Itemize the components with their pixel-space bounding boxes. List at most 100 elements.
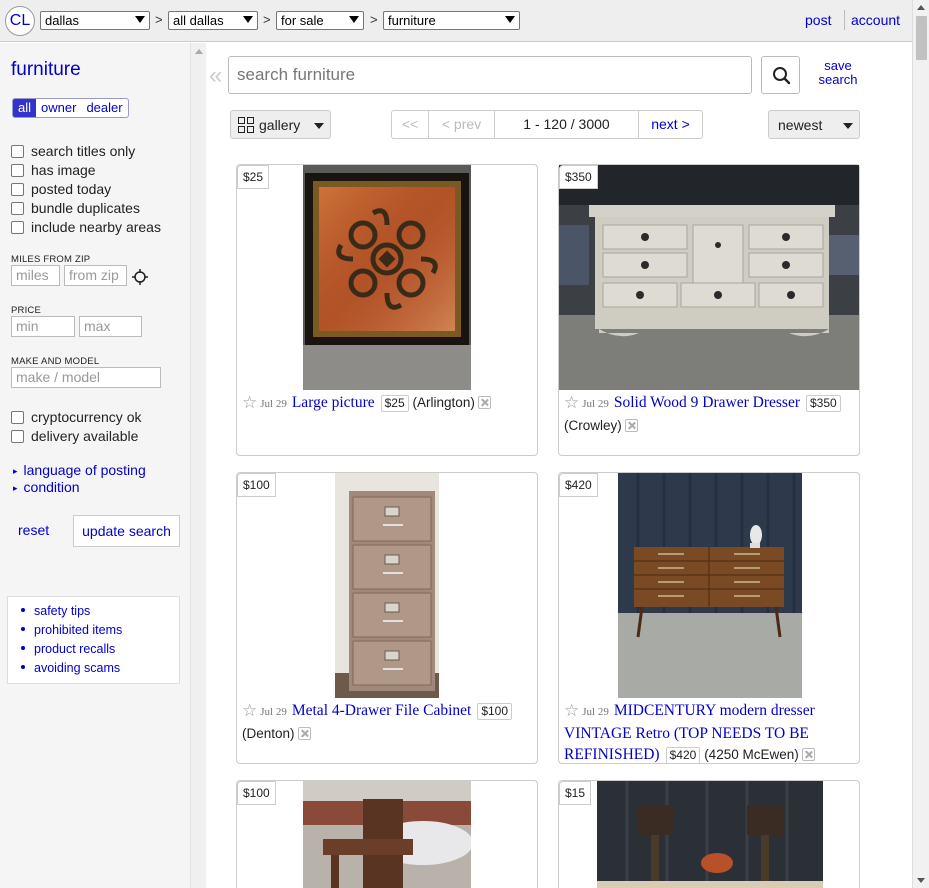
tab-dealer[interactable]: dealer xyxy=(81,99,127,117)
checkbox[interactable] xyxy=(11,201,24,215)
tab-owner[interactable]: owner xyxy=(36,99,81,117)
listing-card[interactable]: $420 ☆ Jul 29 MIDCENTURY modern dresser VI… xyxy=(558,472,860,764)
listing-image[interactable] xyxy=(303,781,471,888)
checkbox-label: has image xyxy=(31,162,96,178)
post-link[interactable]: post xyxy=(805,12,831,28)
link-label: avoiding scams xyxy=(34,661,121,675)
min-price-input[interactable]: min xyxy=(11,316,75,337)
scroll-up-icon[interactable] xyxy=(917,5,925,10)
checkbox[interactable] xyxy=(11,410,24,424)
update-search-button[interactable]: update search xyxy=(73,515,180,547)
listing-date: Jul 29 xyxy=(260,398,287,410)
checkbox[interactable] xyxy=(11,163,24,177)
posted-today-checkbox[interactable]: posted today xyxy=(11,181,111,197)
view-mode-dropdown[interactable]: gallery xyxy=(230,110,331,139)
page-scrollbar[interactable] xyxy=(912,0,929,888)
hide-listing-icon[interactable] xyxy=(477,396,491,409)
collapse-sidebar-icon[interactable]: « xyxy=(209,62,222,90)
link-label: product recalls xyxy=(34,642,116,656)
bundle-duplicates-checkbox[interactable]: bundle duplicates xyxy=(11,200,140,216)
product-recalls-link[interactable]: product recalls xyxy=(21,641,179,660)
next-page-button[interactable]: next > xyxy=(639,111,702,138)
listing-title[interactable]: Metal 4-Drawer File Cabinet xyxy=(292,702,471,719)
checkbox[interactable] xyxy=(11,182,24,196)
search-input[interactable]: search furniture xyxy=(228,56,752,94)
listing-card[interactable]: $100 ☆ Jul 29 Metal 4-Drawer File Cabinet $… xyxy=(236,472,538,764)
listing-image[interactable] xyxy=(597,781,823,888)
listing-card[interactable]: $350 ☆ Jul 29 Solid Wood 9 Drawer Dresser $… xyxy=(558,164,860,456)
account-link[interactable]: account xyxy=(851,12,900,28)
reset-link[interactable]: reset xyxy=(18,522,49,538)
listing-date: Jul 29 xyxy=(582,706,609,718)
listing-price: $100 xyxy=(477,703,513,720)
listing-image[interactable] xyxy=(303,165,471,390)
miles-input[interactable]: miles xyxy=(11,265,60,286)
pagination: << < prev 1 - 120 / 3000 next > xyxy=(391,110,703,139)
make-model-input[interactable]: make / model xyxy=(11,367,161,388)
tab-all[interactable]: all xyxy=(13,99,37,117)
wooden-chair-photo xyxy=(303,781,471,888)
locate-icon[interactable] xyxy=(132,269,148,285)
chevron-down-icon xyxy=(505,16,515,23)
delivery-available-checkbox[interactable]: delivery available xyxy=(11,428,138,444)
hide-listing-icon[interactable] xyxy=(624,419,638,432)
subarea-select[interactable]: all dallas xyxy=(168,11,258,30)
listing-card[interactable]: $15 xyxy=(558,780,860,888)
breadcrumb-separator: > xyxy=(263,12,271,27)
cryptocurrency-checkbox[interactable]: cryptocurrency ok xyxy=(11,409,141,425)
checkbox[interactable] xyxy=(11,220,24,234)
scroll-up-icon[interactable] xyxy=(195,49,203,54)
chevron-down-icon xyxy=(843,123,853,129)
zip-input[interactable]: from zip xyxy=(64,265,127,286)
prohibited-items-link[interactable]: prohibited items xyxy=(21,622,179,641)
listing-image[interactable] xyxy=(618,473,802,698)
expander-label: language of posting xyxy=(23,462,146,478)
hide-listing-icon[interactable] xyxy=(297,727,311,740)
craigslist-logo[interactable]: CL xyxy=(5,6,35,36)
favorite-star-icon[interactable]: ☆ xyxy=(242,700,257,721)
category-select[interactable]: furniture xyxy=(383,11,520,30)
save-search-link[interactable]: save search xyxy=(814,59,862,87)
favorite-star-icon[interactable]: ☆ xyxy=(564,700,579,721)
link-label: safety tips xyxy=(34,604,91,618)
max-price-input[interactable]: max xyxy=(79,316,142,337)
listing-title[interactable]: Solid Wood 9 Drawer Dresser xyxy=(614,394,800,411)
favorite-star-icon[interactable]: ☆ xyxy=(242,392,257,413)
listing-card[interactable]: $100 xyxy=(236,780,538,888)
prev-page-button[interactable]: < prev xyxy=(429,111,495,138)
subarea-select-value: all dallas xyxy=(173,13,224,28)
listing-card[interactable]: $25 ☆ Jul 29 Large picture $25 (Arlington) xyxy=(236,164,538,456)
section-select[interactable]: for sale xyxy=(276,11,364,30)
listing-info: ☆ Jul 29 Solid Wood 9 Drawer Dresser $350 (… xyxy=(564,392,854,436)
search-button[interactable] xyxy=(761,56,800,94)
hide-listing-icon[interactable] xyxy=(801,748,815,761)
language-expander[interactable]: ▸ language of posting xyxy=(13,462,146,478)
scrollbar-thumb[interactable] xyxy=(916,16,927,60)
has-image-checkbox[interactable]: has image xyxy=(11,162,96,178)
listing-location: (4250 McEwen) xyxy=(704,747,799,762)
sort-dropdown[interactable]: newest xyxy=(768,110,860,139)
dresser-photo xyxy=(559,165,859,390)
scroll-down-icon[interactable] xyxy=(917,878,925,883)
area-select[interactable]: dallas xyxy=(40,11,150,30)
include-nearby-checkbox[interactable]: include nearby areas xyxy=(11,219,161,235)
chevron-down-icon xyxy=(135,16,145,23)
avoiding-scams-link[interactable]: avoiding scams xyxy=(21,660,179,679)
bullet-icon xyxy=(21,627,25,631)
category-title[interactable]: furniture xyxy=(11,59,81,81)
safety-tips-link[interactable]: safety tips xyxy=(21,603,179,622)
listing-title[interactable]: Large picture xyxy=(292,394,375,411)
search-icon xyxy=(773,67,791,85)
divider xyxy=(844,10,845,30)
favorite-star-icon[interactable]: ☆ xyxy=(564,392,579,413)
listing-image[interactable] xyxy=(335,473,439,698)
sidebar-scrollbar[interactable] xyxy=(190,43,206,888)
first-page-button[interactable]: << xyxy=(392,111,429,138)
search-titles-only-checkbox[interactable]: search titles only xyxy=(11,143,135,159)
top-bar: CL dallas > all dallas > for sale > furn… xyxy=(0,0,912,42)
checkbox[interactable] xyxy=(11,144,24,158)
checkbox-label: delivery available xyxy=(31,428,139,444)
listing-image[interactable] xyxy=(559,165,859,390)
checkbox[interactable] xyxy=(11,429,24,443)
condition-expander[interactable]: ▸ condition xyxy=(13,479,80,495)
